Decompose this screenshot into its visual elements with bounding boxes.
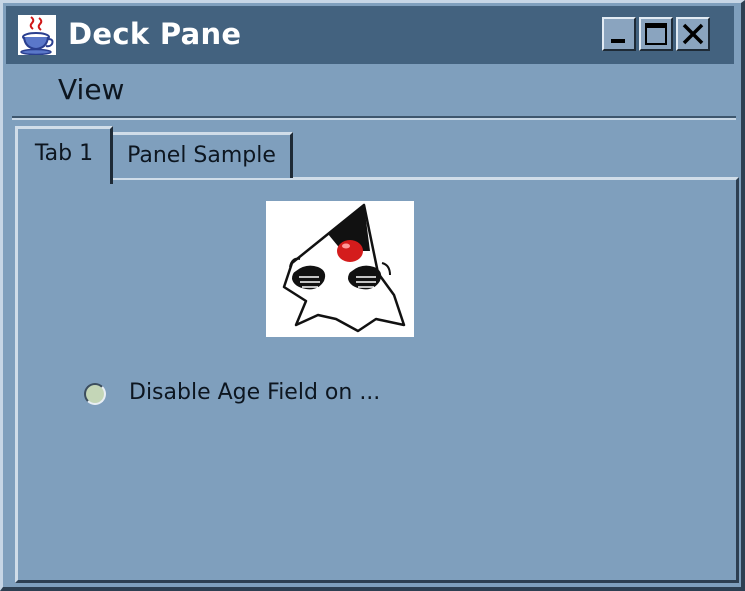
maximize-button[interactable] — [639, 17, 673, 51]
menu-view[interactable]: View — [54, 74, 128, 106]
menu-bar: View — [6, 64, 734, 116]
maximize-icon — [645, 23, 667, 45]
minimize-icon — [611, 39, 625, 43]
tab-tab-1[interactable]: Tab 1 — [15, 126, 113, 184]
duke-mascot-image — [266, 201, 414, 337]
minimize-button[interactable] — [602, 17, 636, 51]
disable-age-field-radio[interactable] — [84, 383, 106, 405]
close-button[interactable] — [676, 17, 710, 51]
window-title: Deck Pane — [68, 17, 242, 51]
menu-separator — [12, 116, 736, 120]
disable-age-field-label[interactable]: Disable Age Field on ... — [129, 378, 380, 408]
close-icon — [682, 23, 704, 45]
java-cup-icon — [18, 15, 56, 55]
title-bar[interactable]: Deck Pane — [6, 6, 734, 64]
tab-panel-sample[interactable]: Panel Sample — [113, 132, 293, 178]
